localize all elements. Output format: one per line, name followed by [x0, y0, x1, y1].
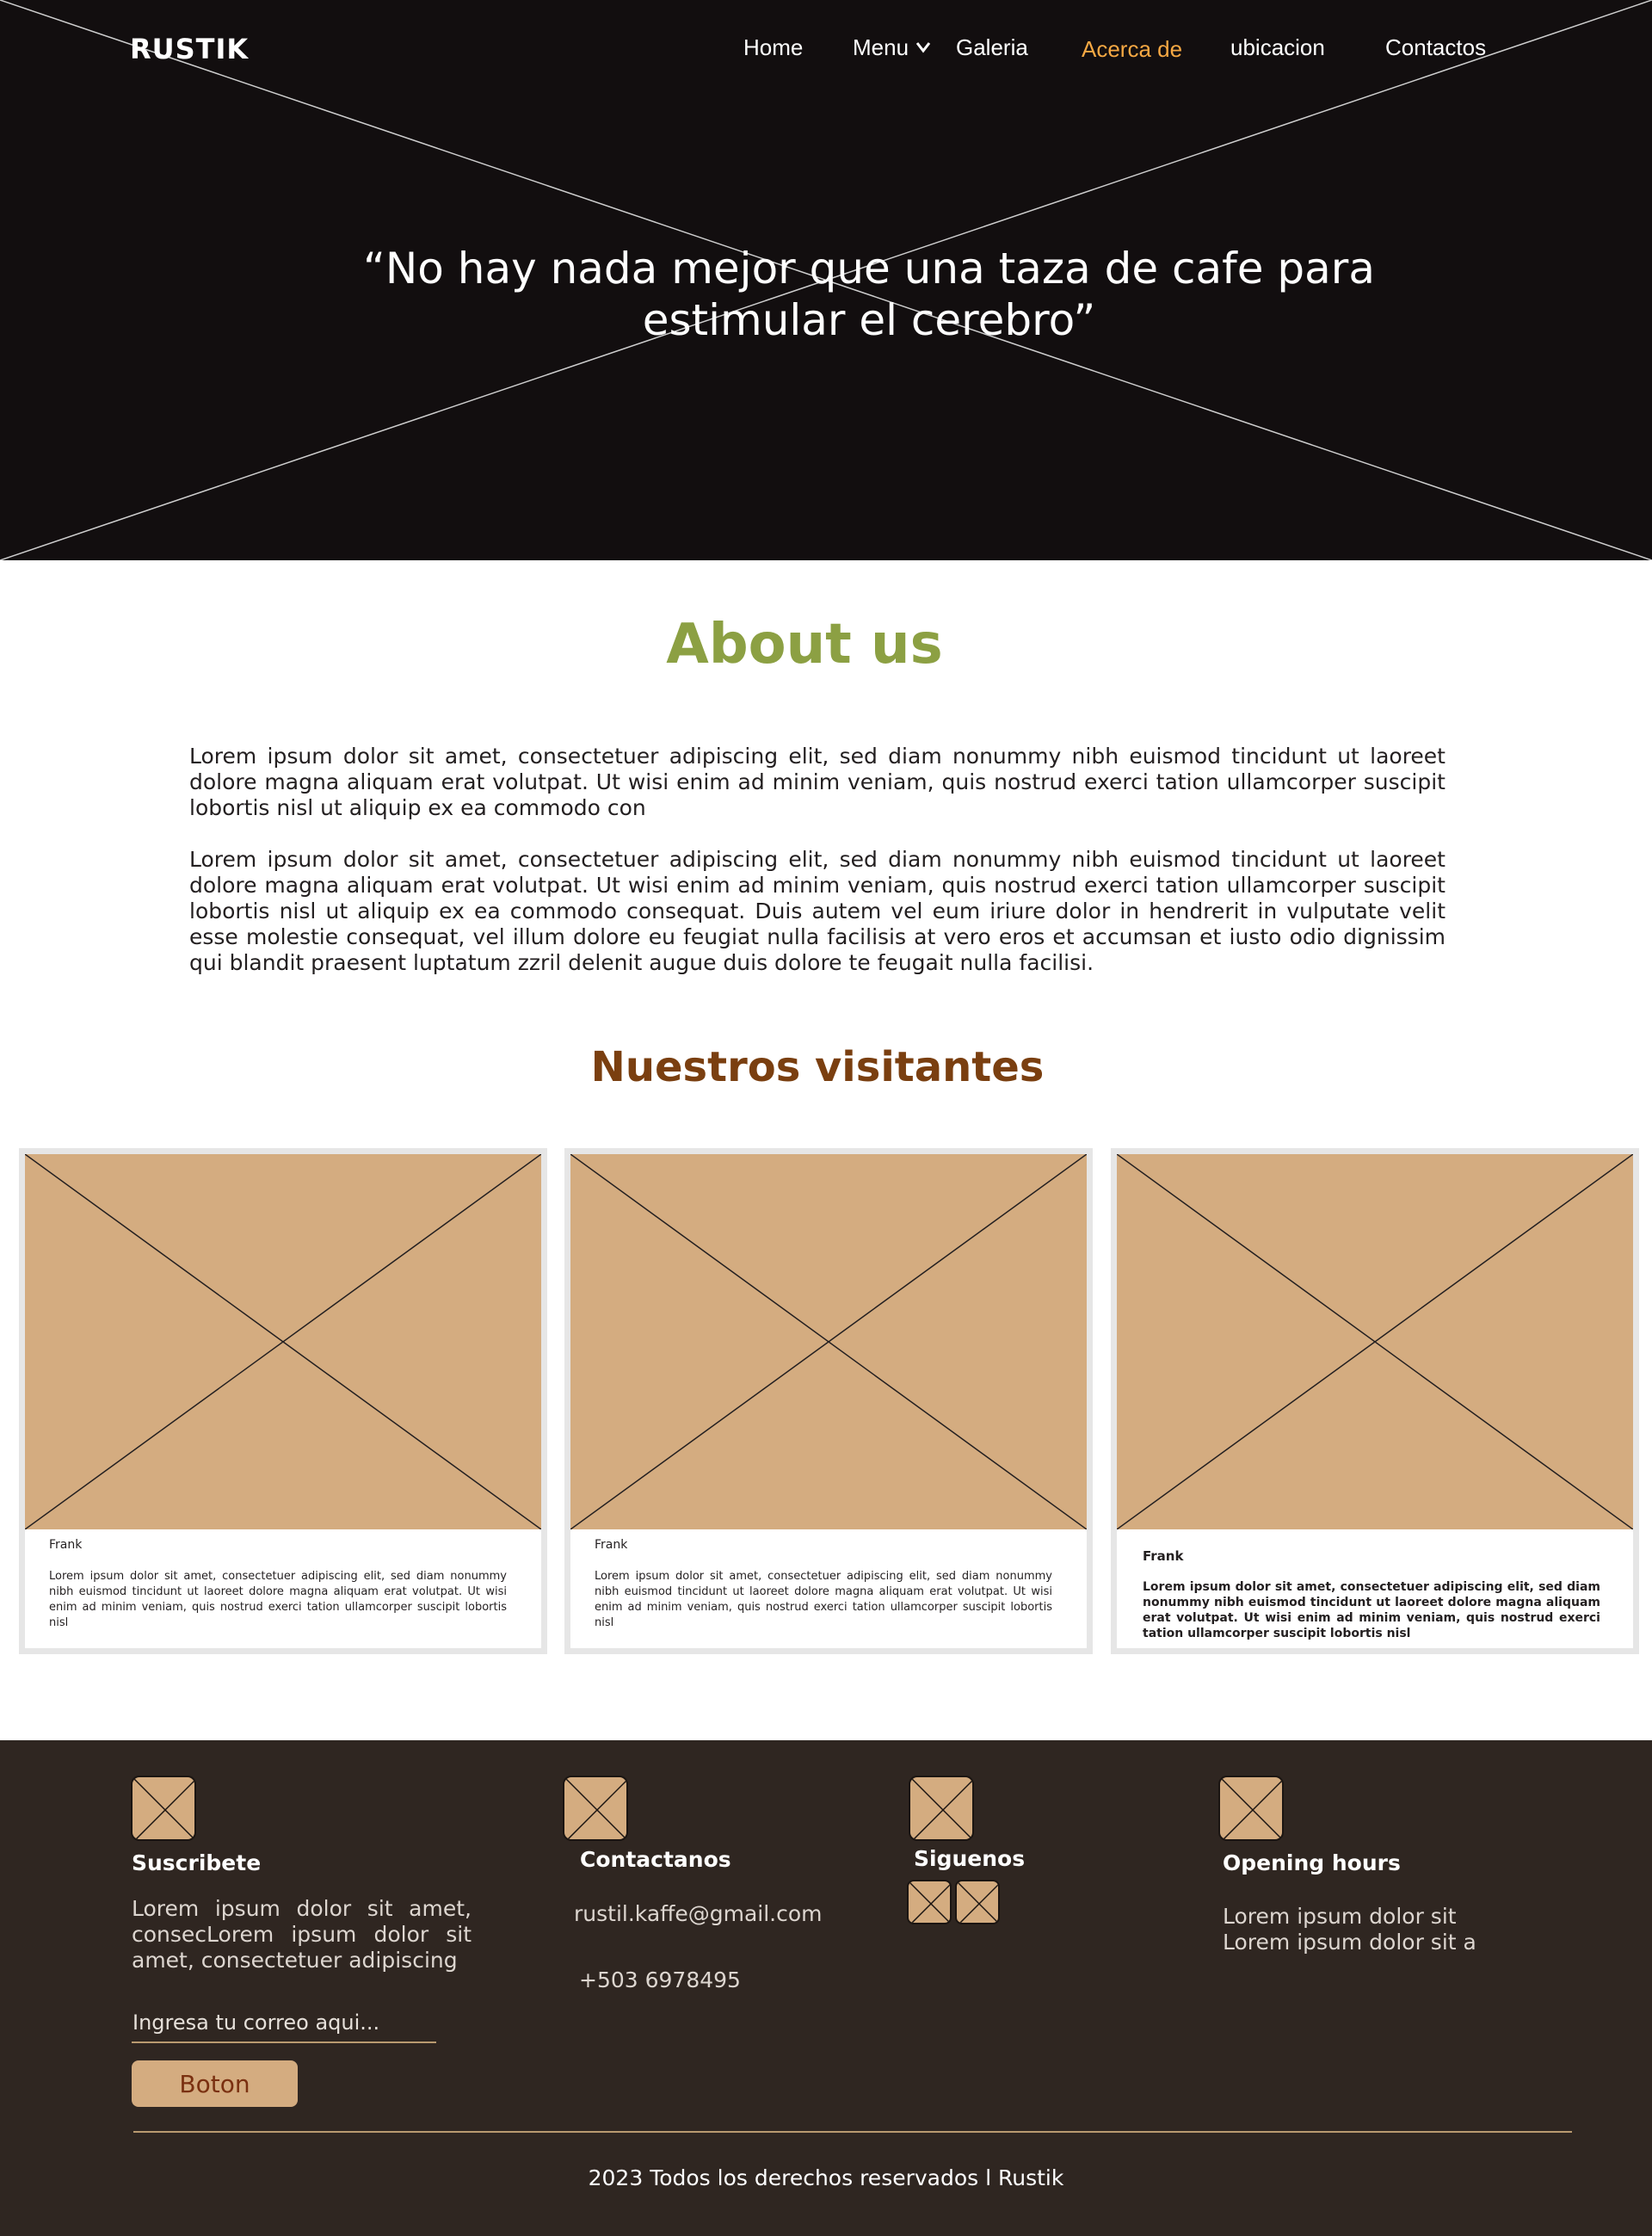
nav-galeria[interactable]: Galeria	[956, 34, 1028, 61]
site-logo[interactable]: RUSTIK	[130, 33, 249, 65]
subscribe-text: Lorem ipsum dolor sit amet, consecLorem …	[132, 1896, 472, 1973]
social-link-2-icon[interactable]	[955, 1880, 1000, 1924]
nav-contactos[interactable]: Contactos	[1385, 34, 1486, 61]
visitor-review: Lorem ipsum dolor sit amet, consectetuer…	[595, 1570, 1052, 1629]
social-icon	[909, 1776, 974, 1841]
newsletter-icon	[131, 1776, 196, 1841]
email-input[interactable]	[132, 2004, 436, 2043]
contact-email[interactable]: rustil.kaffe@gmail.com	[574, 1901, 823, 1927]
contact-icon	[563, 1776, 628, 1841]
hero-quote-line-1: “No hay nada mejor que una taza de cafe …	[363, 244, 1375, 293]
hero-quote-line-2: estimular el cerebro”	[642, 295, 1096, 345]
nav-ubicacion[interactable]: ubicacion	[1230, 34, 1325, 61]
hours-line-2: Lorem ipsum dolor sit a	[1223, 1930, 1476, 1955]
visitor-card: Frank Lorem ipsum dolor sit amet, consec…	[1111, 1148, 1639, 1654]
subscribe-title: Suscribete	[132, 1850, 262, 1875]
chevron-down-icon[interactable]	[915, 41, 931, 53]
nav-home[interactable]: Home	[743, 34, 803, 61]
visitor-image-placeholder	[1117, 1154, 1633, 1529]
copyright-text: 2023 Todos los derechos reservados l Rus…	[588, 2165, 1064, 2190]
about-title: About us	[666, 613, 943, 676]
hero-quote: “No hay nada mejor que una taza de cafe …	[310, 243, 1428, 346]
nav-acerca-de[interactable]: Acerca de	[1082, 36, 1182, 63]
hero-banner: RUSTIK Home Menu Galeria Acerca de ubica…	[0, 0, 1652, 560]
visitor-review: Lorem ipsum dolor sit amet, consectetuer…	[1143, 1580, 1600, 1640]
about-paragraph-1: Lorem ipsum dolor sit amet, consectetuer…	[189, 744, 1446, 820]
visitor-review: Lorem ipsum dolor sit amet, consectetuer…	[49, 1570, 507, 1629]
hours-title: Opening hours	[1223, 1850, 1401, 1875]
visitor-name: Frank	[1143, 1548, 1184, 1564]
site-footer	[0, 1740, 1652, 2236]
visitors-title: Nuestros visitantes	[590, 1043, 1045, 1091]
visitor-image-placeholder	[25, 1154, 541, 1529]
hours-line-1: Lorem ipsum dolor sit	[1223, 1904, 1457, 1929]
social-link-1-icon[interactable]	[907, 1880, 952, 1924]
about-paragraph-2: Lorem ipsum dolor sit amet, consectetuer…	[189, 847, 1446, 975]
subscribe-button[interactable]: Boton	[132, 2060, 298, 2107]
contact-phone[interactable]: +503 6978495	[579, 1967, 741, 1993]
contact-title: Contactanos	[580, 1847, 731, 1872]
visitor-card: Frank Lorem ipsum dolor sit amet, consec…	[564, 1148, 1093, 1654]
footer-divider	[133, 2131, 1572, 2133]
visitor-card: Frank Lorem ipsum dolor sit amet, consec…	[19, 1148, 547, 1654]
nav-menu[interactable]: Menu	[853, 34, 909, 61]
visitor-name: Frank	[49, 1538, 83, 1552]
visitor-name: Frank	[595, 1538, 628, 1552]
follow-title: Siguenos	[914, 1846, 1026, 1871]
visitor-image-placeholder	[570, 1154, 1087, 1529]
clock-icon	[1218, 1776, 1284, 1841]
